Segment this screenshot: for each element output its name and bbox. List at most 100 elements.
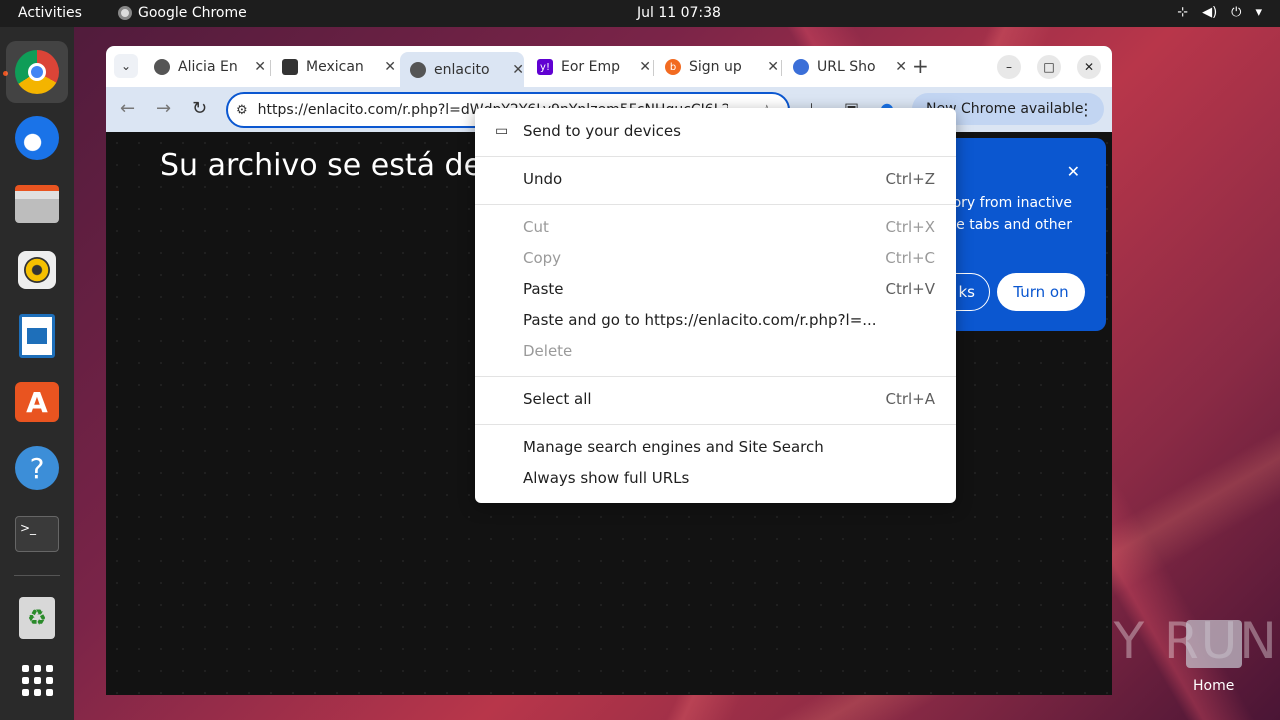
- activities-button[interactable]: Activities: [18, 5, 82, 21]
- menu-item-label: Paste: [523, 280, 564, 298]
- close-icon[interactable]: ✕: [1067, 162, 1080, 181]
- tab-separator: [781, 60, 782, 76]
- tab-title: URL Sho: [817, 59, 876, 75]
- tab-signup[interactable]: b Sign up ✕: [655, 52, 779, 82]
- chrome-icon: [15, 50, 59, 94]
- minimize-icon: –: [1006, 60, 1012, 74]
- menu-item-label: Copy: [523, 249, 562, 267]
- home-label[interactable]: Home: [1193, 678, 1234, 694]
- power-icon: ⏻: [1231, 5, 1242, 20]
- menu-divider: [475, 424, 956, 425]
- dock-files[interactable]: [6, 173, 68, 235]
- volume-icon: ◀): [1202, 5, 1218, 20]
- yahoo-icon: y!: [537, 59, 553, 75]
- menu-item-paste-and-go[interactable]: Paste and go to https://enlacito.com/r.p…: [523, 311, 935, 329]
- menu-item-label: Cut: [523, 218, 549, 236]
- arrow-right-icon: →: [156, 98, 172, 119]
- dock-chrome[interactable]: [6, 41, 68, 103]
- files-icon: [15, 185, 59, 223]
- site-info-icon[interactable]: ⚙: [236, 103, 248, 118]
- maximize-button[interactable]: □: [1037, 55, 1061, 79]
- dock-trash[interactable]: ♻: [6, 587, 68, 649]
- terminal-icon: >_: [15, 516, 59, 552]
- arrow-left-icon: ←: [120, 98, 136, 119]
- menu-item-label: Undo: [523, 170, 563, 188]
- tab-yahoo[interactable]: y! Eor Emp ✕: [527, 52, 651, 82]
- close-window-button[interactable]: ✕: [1077, 55, 1101, 79]
- app-name: Google Chrome: [138, 5, 247, 21]
- dock: A ? >_ ♻: [0, 27, 74, 720]
- menu-item-shortcut: Ctrl+Z: [885, 170, 935, 188]
- menu-item-shortcut: Ctrl+C: [885, 249, 935, 267]
- dock-separator: [14, 575, 60, 576]
- menu-divider: [475, 204, 956, 205]
- menu-item-copy[interactable]: Copy Ctrl+C: [523, 249, 935, 267]
- globe-icon: [154, 59, 170, 75]
- menu-item-select-all[interactable]: Select all Ctrl+A: [523, 390, 935, 408]
- turn-on-button[interactable]: Turn on: [997, 273, 1085, 311]
- menu-item-manage-search-engines[interactable]: Manage search engines and Site Search: [523, 438, 935, 456]
- close-icon[interactable]: ✕: [895, 59, 907, 75]
- menu-item-shortcut: Ctrl+V: [885, 280, 935, 298]
- app-menu[interactable]: Google Chrome: [118, 5, 247, 21]
- tab-strip: ⌄ Alicia En ✕ Mexican ✕ enlacito ✕ y! Eo…: [106, 46, 1112, 87]
- close-icon[interactable]: ✕: [512, 62, 524, 78]
- dock-app-center[interactable]: A: [6, 371, 68, 433]
- clock[interactable]: Jul 11 07:38: [637, 5, 721, 21]
- tab-alicia[interactable]: Alicia En ✕: [144, 52, 266, 82]
- devices-icon: ▭: [495, 123, 509, 139]
- menu-item-cut[interactable]: Cut Ctrl+X: [523, 218, 935, 236]
- menu-item-label: Delete: [523, 342, 573, 360]
- system-tray[interactable]: ⊹ ◀) ⏻ ▾: [1177, 5, 1262, 20]
- close-icon[interactable]: ✕: [254, 59, 266, 75]
- close-icon[interactable]: ✕: [384, 59, 396, 75]
- app-center-icon: A: [15, 382, 59, 422]
- dock-writer[interactable]: [6, 305, 68, 367]
- dock-help[interactable]: ?: [6, 437, 68, 499]
- menu-item-label: Paste and go to https://enlacito.com/r.p…: [523, 311, 877, 329]
- new-tab-button[interactable]: +: [912, 54, 929, 78]
- trash-icon: ♻: [19, 597, 55, 639]
- tab-mexican[interactable]: Mexican ✕: [272, 52, 396, 82]
- thunderbird-icon: [15, 116, 59, 160]
- menu-item-paste[interactable]: Paste Ctrl+V: [523, 280, 935, 298]
- close-icon: ✕: [1083, 60, 1095, 74]
- tab-url-shortener[interactable]: URL Sho ✕: [783, 52, 907, 82]
- menu-divider: [475, 156, 956, 157]
- tab-search-button[interactable]: ⌄: [114, 54, 138, 78]
- more-vert-icon: ⋮: [1078, 99, 1094, 119]
- reload-button[interactable]: ↻: [192, 98, 207, 119]
- close-icon[interactable]: ✕: [639, 59, 651, 75]
- memory-saver-popup: ✕ nory from inactive tive tabs and other…: [934, 138, 1106, 331]
- tab-title: Sign up: [689, 59, 742, 75]
- close-icon[interactable]: ✕: [767, 59, 779, 75]
- context-menu: ▭ Send to your devices Undo Ctrl+Z Cut C…: [475, 108, 956, 503]
- menu-item-shortcut: Ctrl+X: [885, 218, 935, 236]
- forward-button[interactable]: →: [156, 98, 171, 119]
- menu-item-undo[interactable]: Undo Ctrl+Z: [523, 170, 935, 188]
- help-icon: ?: [15, 446, 59, 490]
- chevron-down-icon: ▾: [1255, 5, 1262, 20]
- menu-item-send-to-devices[interactable]: Send to your devices: [523, 122, 935, 140]
- tab-enlacito[interactable]: enlacito ✕: [400, 52, 524, 87]
- minimize-button[interactable]: –: [997, 55, 1021, 79]
- tab-separator: [270, 60, 271, 76]
- tab-separator: [653, 60, 654, 76]
- chrome-icon: [118, 6, 132, 20]
- network-icon: ⊹: [1177, 5, 1189, 20]
- home-folder-icon[interactable]: [1186, 620, 1242, 668]
- menu-item-label: Send to your devices: [523, 122, 681, 140]
- menu-item-always-show-full-urls[interactable]: Always show full URLs: [523, 469, 935, 487]
- menu-item-delete[interactable]: Delete: [523, 342, 935, 360]
- tab-title: enlacito: [434, 61, 490, 78]
- tab-title: Mexican: [306, 59, 364, 75]
- dock-rhythmbox[interactable]: [6, 239, 68, 301]
- rhythmbox-icon: [18, 251, 56, 289]
- dock-show-apps[interactable]: [6, 649, 68, 711]
- site-icon: [282, 59, 298, 75]
- back-button[interactable]: ←: [120, 98, 135, 119]
- writer-icon: [19, 314, 55, 358]
- dock-thunderbird[interactable]: [6, 107, 68, 169]
- dock-terminal[interactable]: >_: [6, 503, 68, 565]
- menu-item-shortcut: Ctrl+A: [885, 390, 935, 408]
